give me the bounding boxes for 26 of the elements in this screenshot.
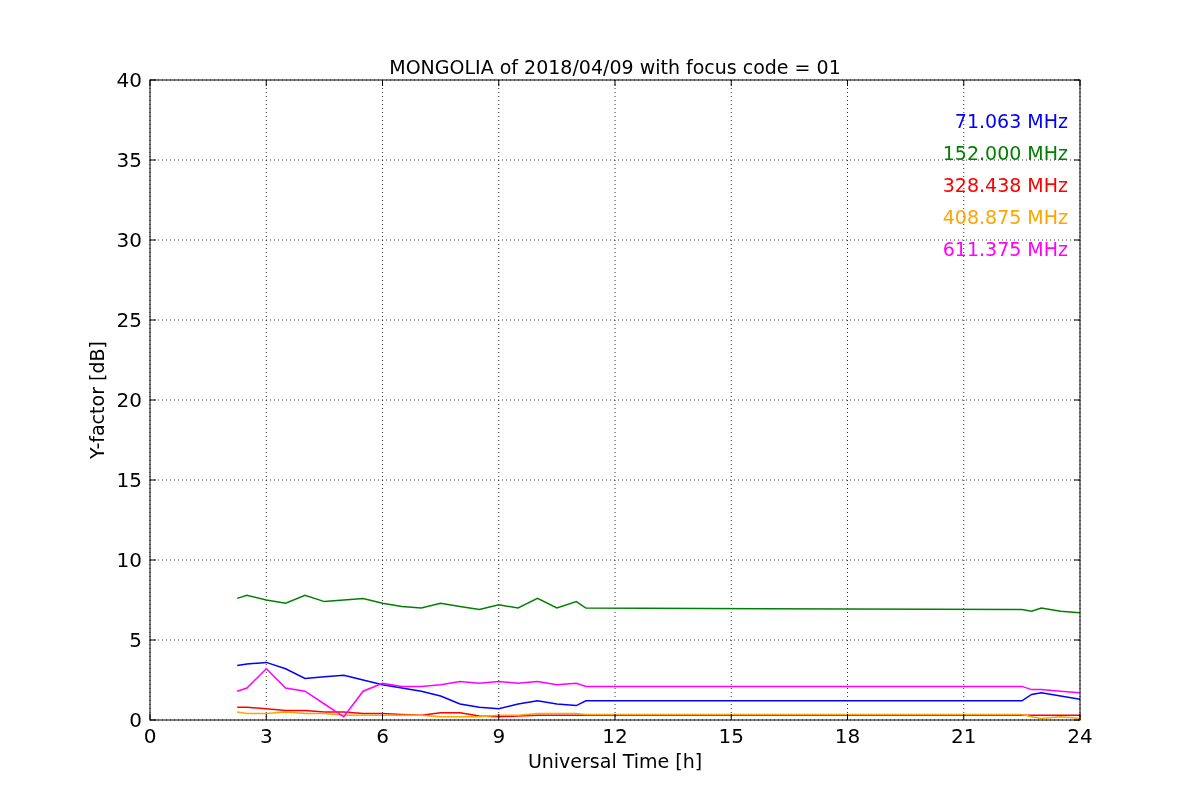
x-tick-label: 12 xyxy=(602,724,628,748)
y-axis-label: Y-factor [dB] xyxy=(86,341,108,459)
x-tick-label: 0 xyxy=(143,724,157,748)
x-tick-label: 15 xyxy=(718,724,744,748)
y-tick-label: 35 xyxy=(116,148,142,172)
y-tick-label: 30 xyxy=(116,228,142,252)
x-tick-label: 6 xyxy=(376,724,389,748)
legend-label: 152.000 MHz xyxy=(942,142,1068,164)
chart-title: MONGOLIA of 2018/04/09 with focus code = 01 xyxy=(389,56,841,78)
y-tick-label: 10 xyxy=(116,548,142,572)
x-tick-label: 21 xyxy=(951,724,977,748)
x-axis-label: Universal Time [h] xyxy=(527,750,703,772)
y-tick-label: 20 xyxy=(116,388,142,412)
x-tick-label: 3 xyxy=(259,724,273,748)
legend-label: 611.375 MHz xyxy=(942,238,1068,260)
x-tick-label: 9 xyxy=(492,724,506,748)
y-tick-label: 0 xyxy=(129,708,142,732)
legend-label: 71.063 MHz xyxy=(954,110,1068,132)
y-tick-label: 15 xyxy=(116,468,142,492)
x-tick-label: 24 xyxy=(1067,724,1093,748)
legend-label: 408.875 MHz xyxy=(942,206,1068,228)
y-tick-label: 40 xyxy=(116,68,142,92)
legend-label: 328.438 MHz xyxy=(942,174,1068,196)
y-tick-label: 5 xyxy=(129,628,142,652)
x-tick-label: 18 xyxy=(834,724,861,748)
y-tick-label: 25 xyxy=(116,308,142,332)
